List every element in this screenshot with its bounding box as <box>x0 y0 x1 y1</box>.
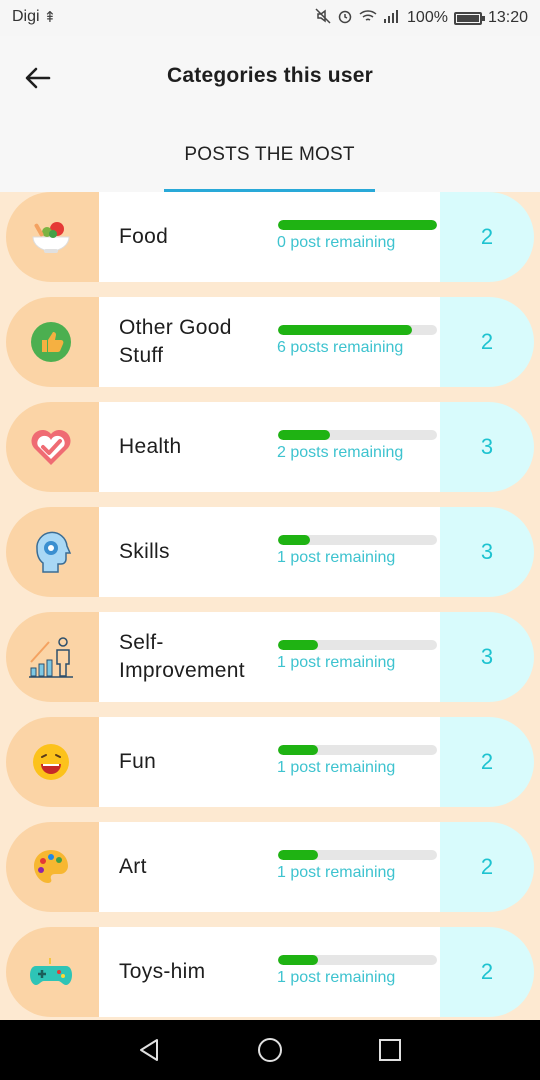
post-count: 3 <box>480 644 494 669</box>
page-title: Categories this user <box>167 64 373 87</box>
wifi-icon <box>359 9 377 27</box>
mute-icon <box>315 8 331 28</box>
progress-fill <box>278 325 412 335</box>
remaining-text: 1 post remaining <box>277 759 396 776</box>
battery-percent: 100% <box>407 9 448 26</box>
alarm-icon <box>337 8 353 28</box>
heart-check-icon <box>26 422 76 472</box>
battery-icon <box>453 11 485 25</box>
gamepad-icon <box>26 947 76 997</box>
post-count: 2 <box>480 854 494 879</box>
app-header: Categories this user POSTS THE MOST <box>0 36 540 192</box>
remaining-text: 1 post remaining <box>277 549 396 566</box>
nav-recents-icon[interactable] <box>376 1036 404 1064</box>
category-row-fun[interactable]: Fun 1 post remaining 2 <box>0 717 540 807</box>
progress-bar <box>278 850 437 860</box>
post-count: 2 <box>480 224 494 249</box>
category-name: Toys-him <box>119 960 206 983</box>
progress-bar <box>278 535 437 545</box>
category-name: Food <box>119 225 169 248</box>
category-name: Other Good Stuff <box>119 316 232 367</box>
clock: 13:20 <box>487 9 528 26</box>
tab-label: POSTS THE MOST <box>184 144 355 165</box>
progress-fill <box>278 430 331 440</box>
status-right: 100% 13:20 <box>315 8 528 28</box>
progress-fill <box>278 850 318 860</box>
remaining-text: 1 post remaining <box>277 864 396 881</box>
progress-fill <box>278 745 318 755</box>
category-row-health[interactable]: Health 2 posts remaining 3 <box>0 402 540 492</box>
remaining-text: 1 post remaining <box>277 969 396 986</box>
post-count: 3 <box>480 539 494 564</box>
progress-bar <box>278 745 437 755</box>
category-row-food[interactable]: Food 0 post remaining 2 <box>0 192 540 282</box>
system-nav-bar <box>0 1020 540 1080</box>
progress-bar <box>278 220 437 230</box>
post-count: 3 <box>480 434 494 459</box>
remaining-text: 1 post remaining <box>277 654 396 671</box>
progress-bar <box>278 325 437 335</box>
nav-back-icon[interactable] <box>136 1036 164 1064</box>
tab-posts-the-most[interactable]: POSTS THE MOST <box>164 134 375 192</box>
status-left: Digi ⇞ <box>12 8 56 26</box>
carrier-name: Digi <box>12 8 40 25</box>
category-row-other-good-stuff[interactable]: Other Good Stuff 6 posts remaining 2 <box>0 297 540 387</box>
progress-bar <box>278 640 437 650</box>
progress-fill <box>278 955 318 965</box>
post-count: 2 <box>480 329 494 354</box>
category-name: Art <box>119 855 147 878</box>
post-count: 2 <box>480 959 494 984</box>
salad-bowl-icon <box>26 212 76 262</box>
category-row-toys-him[interactable]: Toys-him 1 post remaining 2 <box>0 927 540 1017</box>
category-name: Health <box>119 435 182 458</box>
signal-icon <box>383 9 401 27</box>
category-list[interactable]: Food 0 post remaining 2 Other Good Stuff… <box>0 192 540 1020</box>
progress-bar <box>278 955 437 965</box>
laughing-face-icon <box>26 737 76 787</box>
progress-fill <box>278 640 318 650</box>
nav-home-icon[interactable] <box>256 1036 284 1064</box>
head-gear-icon <box>26 527 76 577</box>
remaining-text: 6 posts remaining <box>277 339 404 356</box>
category-row-self-improvement[interactable]: Self-Improvement 1 post remaining 3 <box>0 612 540 702</box>
category-name: Skills <box>119 540 170 563</box>
remaining-text: 2 posts remaining <box>277 444 404 461</box>
usb-icon: ⇞ <box>43 9 57 26</box>
category-name: Fun <box>119 750 157 773</box>
progress-bar <box>278 430 437 440</box>
post-count: 2 <box>480 749 494 774</box>
category-row-skills[interactable]: Skills 1 post remaining 3 <box>0 507 540 597</box>
remaining-text: 0 post remaining <box>277 234 396 251</box>
growth-chart-icon <box>26 632 76 682</box>
thumbs-up-icon <box>26 317 76 367</box>
progress-fill <box>278 220 437 230</box>
progress-fill <box>278 535 310 545</box>
category-name: Self-Improvement <box>119 631 245 682</box>
status-bar: Digi ⇞ 100% 13:20 <box>0 0 540 36</box>
category-row-art[interactable]: Art 1 post remaining 2 <box>0 822 540 912</box>
paint-palette-icon <box>26 842 76 892</box>
